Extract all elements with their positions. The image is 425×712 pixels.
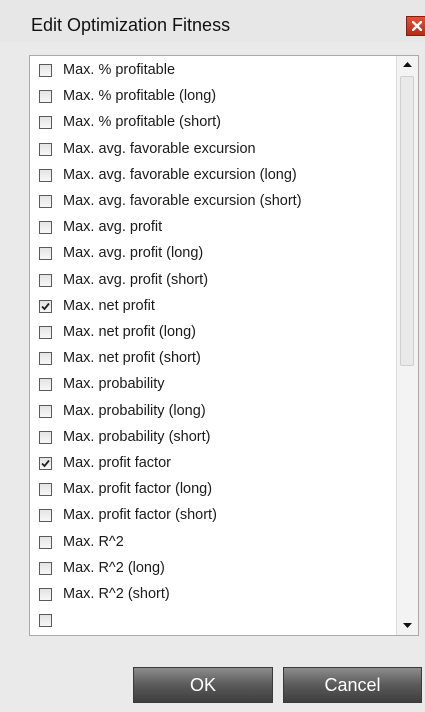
item-checkbox[interactable] <box>39 247 52 261</box>
close-button[interactable] <box>406 16 425 36</box>
item-checkbox[interactable] <box>39 352 52 366</box>
item-label: Max. % profitable (long) <box>63 88 217 105</box>
list-item[interactable]: Max. % profitable (long) <box>39 85 396 111</box>
list-item[interactable]: Max. % profitable <box>39 59 396 85</box>
item-checkbox[interactable] <box>39 457 52 470</box>
list-item[interactable]: Max. net profit <box>39 295 396 321</box>
item-label: Max. R^2 (long) <box>63 559 165 576</box>
item-label: Max. avg. favorable excursion <box>63 140 256 157</box>
item-checkbox[interactable] <box>39 483 52 497</box>
item-checkbox[interactable] <box>39 221 52 235</box>
item-label: Max. net profit (long) <box>63 324 196 340</box>
chevron-up-icon <box>403 62 412 67</box>
fitness-list: Max. % profitable Max. % profitable (long… <box>30 56 396 635</box>
item-label: Max. probability (short) <box>63 428 211 445</box>
item-label: Max. profit factor (long) <box>63 481 213 498</box>
item-checkbox[interactable] <box>39 509 52 523</box>
list-item[interactable]: Max. profit factor (long) <box>39 478 396 504</box>
ok-button[interactable]: OK <box>133 667 273 703</box>
item-label: Max. net profit (short) <box>63 350 201 367</box>
item-label: Max. net profit <box>63 297 155 314</box>
item-checkbox[interactable] <box>39 168 52 182</box>
item-label: Max. R^2 <box>63 533 124 550</box>
item-checkbox[interactable] <box>39 142 52 156</box>
list-item[interactable]: Max. probability (long) <box>39 400 396 426</box>
item-label: Max. probability <box>63 376 165 393</box>
dialog-title: Edit Optimization Fitness <box>31 15 231 35</box>
list-item[interactable]: Max. profit factor (short) <box>39 504 396 530</box>
item-label: Max. % profitable (short) <box>63 114 221 131</box>
item-checkbox[interactable] <box>39 116 52 130</box>
item-label: Max. avg. favorable excursion (long) <box>63 166 297 183</box>
list-item[interactable]: Max. avg. profit (short) <box>39 269 396 295</box>
item-label: Max. probability (long) <box>63 402 206 419</box>
item-checkbox[interactable] <box>39 64 52 77</box>
item-checkbox[interactable] <box>39 299 52 313</box>
list-item-partial[interactable] <box>39 609 396 635</box>
item-label: Max. avg. profit (long) <box>63 245 204 262</box>
fitness-list-box: Max. % profitable Max. % profitable (long… <box>29 55 419 636</box>
title-bar: Edit Optimization Fitness <box>0 0 425 42</box>
list-item[interactable]: Max. avg. favorable excursion (short) <box>39 190 396 216</box>
item-label: Max. avg. profit <box>63 219 163 236</box>
scroll-thumb[interactable] <box>400 76 414 366</box>
list-item[interactable]: Max. net profit (long) <box>39 321 396 347</box>
list-item[interactable]: Max. R^2 (long) <box>39 557 396 583</box>
vertical-scrollbar[interactable] <box>396 56 418 635</box>
item-checkbox[interactable] <box>39 614 52 628</box>
item-checkbox[interactable] <box>39 326 52 339</box>
list-item[interactable]: Max. R^2 <box>39 531 396 557</box>
list-item[interactable]: Max. avg. favorable excursion <box>39 138 396 164</box>
item-label: Max. avg. profit (short) <box>63 271 209 288</box>
item-checkbox[interactable] <box>39 195 52 208</box>
scroll-up-button[interactable] <box>397 56 418 74</box>
scroll-down-button[interactable] <box>397 615 418 635</box>
list-item[interactable]: Max. avg. favorable excursion (long) <box>39 164 396 190</box>
list-item[interactable]: Max. avg. profit (long) <box>39 242 396 268</box>
item-checkbox[interactable] <box>39 430 52 444</box>
edit-optimization-fitness-dialog: Edit Optimization Fitness Max. % profita… <box>0 0 425 712</box>
item-checkbox[interactable] <box>39 561 52 575</box>
item-label: Max. R^2 (short) <box>63 586 170 602</box>
item-label: Max. avg. favorable excursion (short) <box>63 193 302 209</box>
item-label: Max. % profitable <box>63 62 176 78</box>
list-item[interactable]: Max. avg. profit <box>39 216 396 242</box>
list-item[interactable]: Max. probability <box>39 373 396 399</box>
item-checkbox[interactable] <box>39 378 52 392</box>
list-item[interactable]: Max. R^2 (short) <box>39 583 396 609</box>
close-icon <box>412 21 422 31</box>
check-icon <box>41 459 50 468</box>
list-item[interactable]: Max. probability (short) <box>39 426 396 452</box>
cancel-button[interactable]: Cancel <box>283 667 422 703</box>
list-item[interactable]: Max. % profitable (short) <box>39 111 396 137</box>
item-checkbox[interactable] <box>39 273 52 287</box>
item-label: Max. profit factor <box>63 455 171 471</box>
list-item[interactable]: Max. profit factor <box>39 452 396 478</box>
item-checkbox[interactable] <box>39 535 52 549</box>
list-item[interactable]: Max. net profit (short) <box>39 347 396 373</box>
item-label: Max. profit factor (short) <box>63 507 217 524</box>
item-checkbox[interactable] <box>39 404 52 418</box>
check-icon <box>41 302 50 311</box>
item-checkbox[interactable] <box>39 588 52 601</box>
item-checkbox[interactable] <box>39 90 52 104</box>
chevron-down-icon <box>403 623 412 628</box>
